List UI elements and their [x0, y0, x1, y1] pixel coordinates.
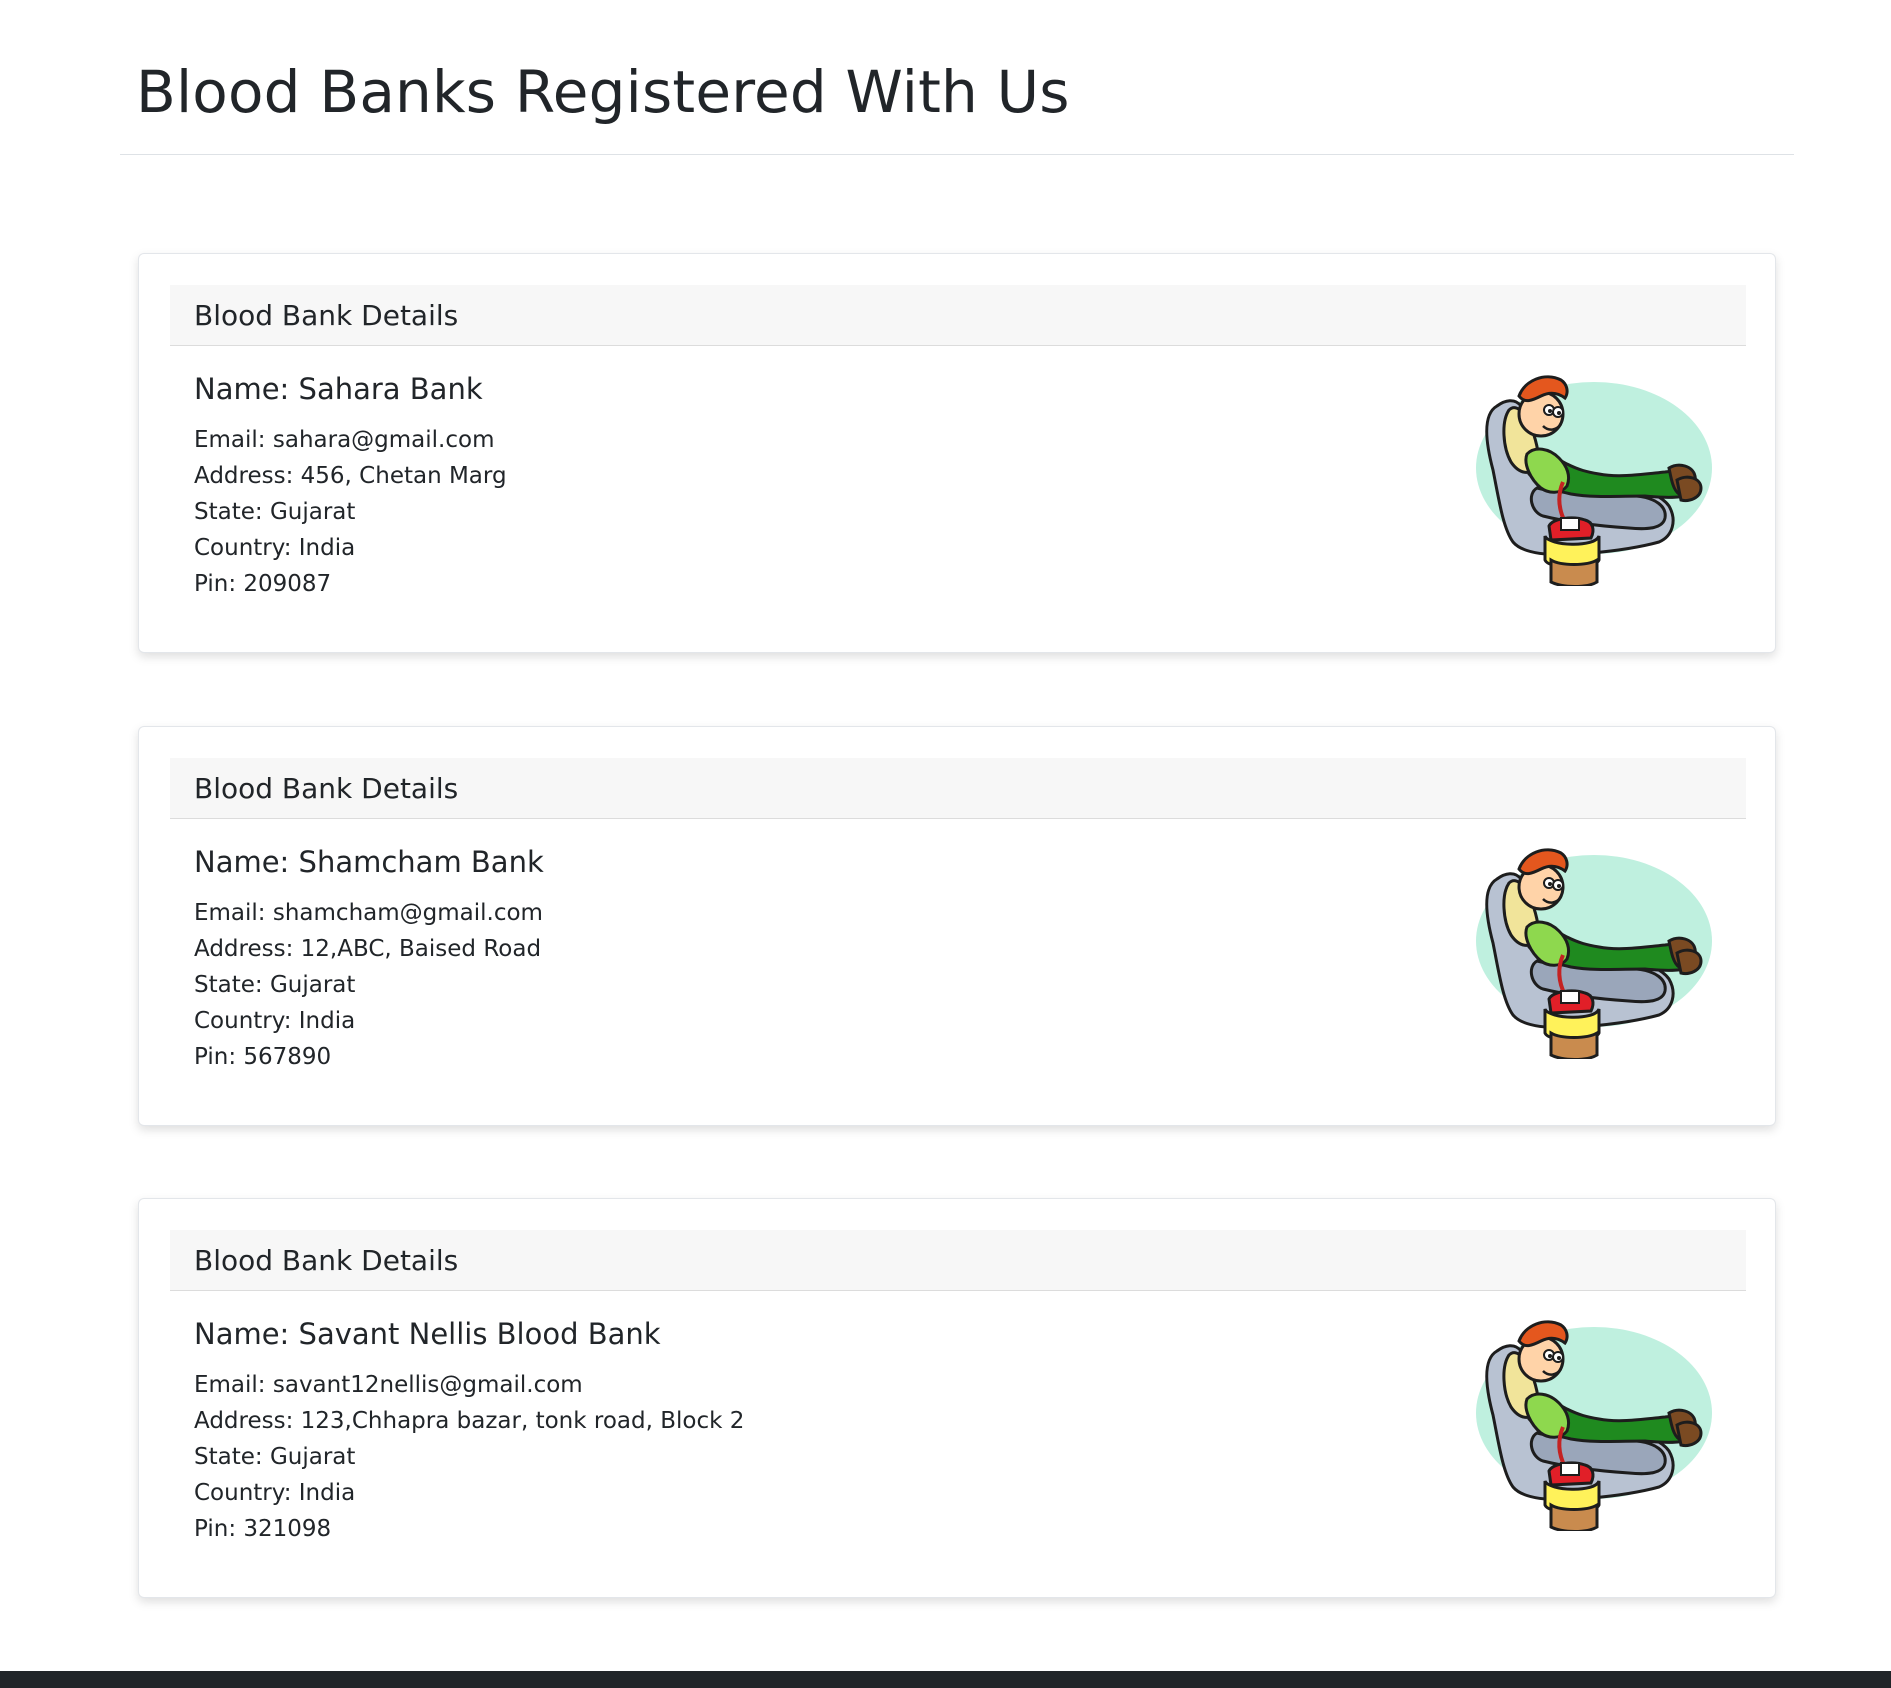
blood-donor-illustration-icon — [1476, 848, 1712, 1059]
bank-email: Email: shamcham@gmail.com — [194, 900, 543, 926]
bank-state: State: Gujarat — [194, 499, 356, 525]
bank-name: Name: Shamcham Bank — [194, 845, 544, 879]
bank-country: Country: India — [194, 1008, 356, 1034]
bank-name: Name: Savant Nellis Blood Bank — [194, 1317, 661, 1351]
bank-pin: Pin: 567890 — [194, 1044, 332, 1070]
bank-email: Email: savant12nellis@gmail.com — [194, 1372, 583, 1398]
bank-country: Country: India — [194, 1480, 356, 1506]
bank-info: Email: savant12nellis@gmail.com Address:… — [194, 1367, 744, 1547]
blood-bank-card: Blood Bank Details Name: Sahara Bank Ema… — [138, 253, 1776, 653]
title-divider — [120, 154, 1794, 155]
bank-address: Address: 456, Chetan Marg — [194, 463, 507, 489]
page: Blood Banks Registered With Us Blood Ban… — [0, 0, 1891, 1688]
card-header: Blood Bank Details — [170, 285, 1746, 346]
footer-bar — [0, 1671, 1891, 1688]
blood-bank-card: Blood Bank Details Name: Savant Nellis B… — [138, 1198, 1776, 1598]
blood-bank-card: Blood Bank Details Name: Shamcham Bank E… — [138, 726, 1776, 1126]
card-header: Blood Bank Details — [170, 758, 1746, 819]
bank-email: Email: sahara@gmail.com — [194, 427, 495, 453]
blood-donor-illustration-icon — [1476, 1320, 1712, 1531]
bank-country: Country: India — [194, 535, 356, 561]
blood-donor-illustration-icon — [1476, 375, 1712, 586]
bank-info: Email: sahara@gmail.com Address: 456, Ch… — [194, 422, 507, 602]
bank-info: Email: shamcham@gmail.com Address: 12,AB… — [194, 895, 543, 1075]
bank-state: State: Gujarat — [194, 972, 356, 998]
bank-address: Address: 12,ABC, Baised Road — [194, 936, 542, 962]
bank-address: Address: 123,Chhapra bazar, tonk road, B… — [194, 1408, 745, 1434]
card-header: Blood Bank Details — [170, 1230, 1746, 1291]
bank-state: State: Gujarat — [194, 1444, 356, 1470]
bank-pin: Pin: 321098 — [194, 1516, 332, 1542]
page-title: Blood Banks Registered With Us — [136, 58, 1070, 126]
bank-name: Name: Sahara Bank — [194, 372, 483, 406]
bank-pin: Pin: 209087 — [194, 571, 332, 597]
